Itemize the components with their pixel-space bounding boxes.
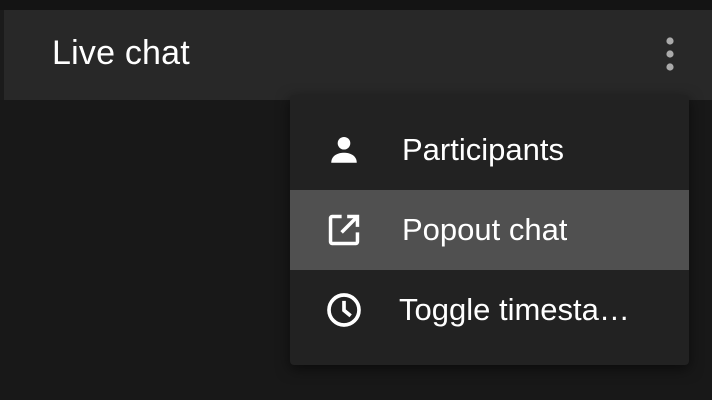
menu-item-popout-chat[interactable]: Popout chat (290, 190, 689, 270)
menu-item-label: Toggle timesta… (399, 292, 630, 327)
menu-item-toggle-timestamps[interactable]: Toggle timesta… (290, 270, 689, 350)
menu-item-label: Participants (402, 132, 564, 167)
more-vert-icon (666, 37, 674, 71)
menu-item-participants[interactable]: Participants (290, 110, 689, 190)
clock-icon (324, 290, 364, 330)
more-options-button[interactable] (652, 32, 688, 76)
chat-header: Live chat (4, 10, 712, 100)
top-strip (0, 0, 712, 10)
chat-options-menu: Participants Popout chat Toggle timesta… (290, 95, 689, 365)
menu-item-label: Popout chat (402, 212, 568, 247)
chat-title: Live chat (52, 34, 190, 72)
person-icon (324, 130, 364, 170)
open-in-new-icon (324, 210, 364, 250)
